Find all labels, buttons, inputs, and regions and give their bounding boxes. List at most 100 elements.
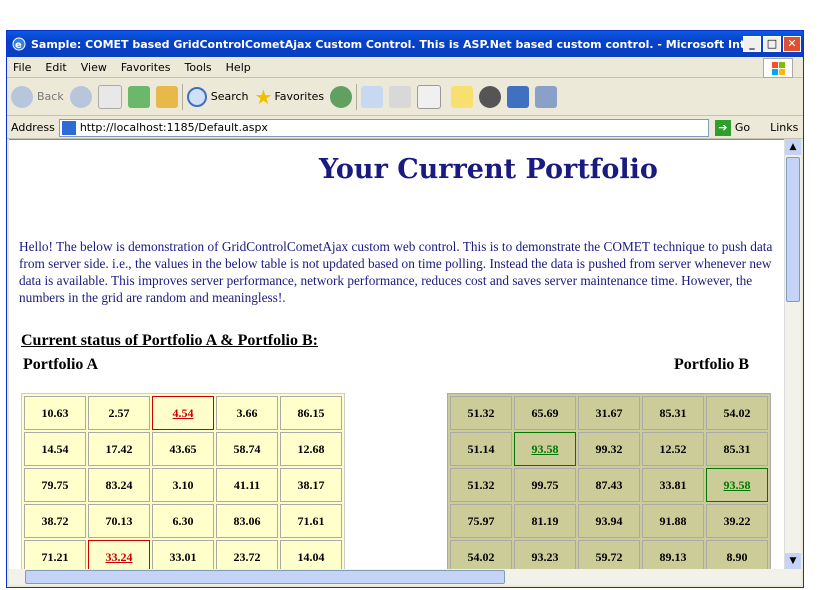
table-row: 38.72 70.13 6.30 83.06 71.61 xyxy=(24,504,342,538)
grid-cell: 93.23 xyxy=(514,540,576,570)
table-row: 71.21 33.24 33.01 23.72 14.04 xyxy=(24,540,342,570)
maximize-button[interactable]: □ xyxy=(763,36,781,52)
grid-cell: 93.94 xyxy=(578,504,640,538)
horizontal-scrollbar[interactable] xyxy=(9,569,801,585)
windows-logo-icon xyxy=(763,58,793,78)
favorites-label: Favorites xyxy=(274,90,325,103)
grid-cell-highlighted[interactable]: 93.58 xyxy=(514,432,576,466)
scroll-down-icon[interactable]: ▼ xyxy=(785,553,801,569)
print-icon[interactable] xyxy=(389,85,412,108)
back-button[interactable]: Back xyxy=(11,85,64,108)
star-icon: ★ xyxy=(254,84,273,109)
go-arrow-icon: ➔ xyxy=(714,119,731,136)
grid-cell: 54.02 xyxy=(450,540,512,570)
table-row: 51.32 65.69 31.67 85.31 54.02 xyxy=(450,396,768,430)
grid-cell: 12.52 xyxy=(642,432,704,466)
menu-edit[interactable]: Edit xyxy=(45,61,66,74)
grid-cell: 54.02 xyxy=(706,396,768,430)
scroll-thumb[interactable] xyxy=(786,157,800,302)
grid-cell: 85.31 xyxy=(706,432,768,466)
close-x-icon[interactable] xyxy=(479,85,502,108)
menu-bar: File Edit View Favorites Tools Help xyxy=(7,57,803,78)
address-bar: Address http://localhost:1185/Default.as… xyxy=(7,117,803,139)
table-row: 54.02 93.23 59.72 89.13 8.90 xyxy=(450,540,768,570)
messenger-icon[interactable] xyxy=(507,85,530,108)
grid-cell: 10.63 xyxy=(24,396,86,430)
address-input[interactable]: http://localhost:1185/Default.aspx xyxy=(58,118,709,137)
mail-icon[interactable] xyxy=(361,85,384,108)
minimize-button[interactable]: _ xyxy=(743,36,761,52)
go-button[interactable]: ➔ Go xyxy=(714,119,751,136)
page-title: Your Current Portfolio xyxy=(319,154,658,185)
browser-window: e Sample: COMET based GridControlCometAj… xyxy=(6,30,804,588)
scroll-up-icon[interactable]: ▲ xyxy=(785,139,801,155)
grid-cell-highlighted[interactable]: 4.54 xyxy=(152,396,214,430)
grid-cell: 65.69 xyxy=(514,396,576,430)
menu-tools[interactable]: Tools xyxy=(185,61,212,74)
hscroll-thumb[interactable] xyxy=(25,570,505,584)
edit-icon[interactable] xyxy=(417,84,442,109)
table-row: 75.97 81.19 93.94 91.88 39.22 xyxy=(450,504,768,538)
title-bar: e Sample: COMET based GridControlCometAj… xyxy=(7,31,803,57)
grid-cell: 39.22 xyxy=(706,504,768,538)
search-button[interactable]: Search xyxy=(186,86,249,107)
grid-cell: 81.19 xyxy=(514,504,576,538)
table-row: 51.14 93.58 99.32 12.52 85.31 xyxy=(450,432,768,466)
table-row: 51.32 99.75 87.43 33.81 93.58 xyxy=(450,468,768,502)
grid-cell: 83.24 xyxy=(88,468,150,502)
grid-cell: 33.81 xyxy=(642,468,704,502)
home-icon[interactable] xyxy=(155,85,178,108)
grid-cell: 99.32 xyxy=(578,432,640,466)
table-row: 14.54 17.42 43.65 58.74 12.68 xyxy=(24,432,342,466)
back-arrow-icon xyxy=(11,85,33,108)
menu-favorites[interactable]: Favorites xyxy=(121,61,171,74)
grid-cell: 38.17 xyxy=(280,468,342,502)
window-title: Sample: COMET based GridControlCometAjax… xyxy=(31,37,743,51)
menu-file[interactable]: File xyxy=(13,61,31,74)
ie-icon: e xyxy=(11,36,27,52)
grid-cell: 71.61 xyxy=(280,504,342,538)
intro-text: Hello! The below is demonstration of Gri… xyxy=(19,239,773,305)
toolbar: Back Search ★ Favorites xyxy=(7,78,803,116)
search-label: Search xyxy=(210,90,249,103)
go-label: Go xyxy=(734,121,751,134)
grid-cell: 59.72 xyxy=(578,540,640,570)
grid-cell: 33.01 xyxy=(152,540,214,570)
menu-view[interactable]: View xyxy=(81,61,107,74)
grid-cell: 23.72 xyxy=(216,540,278,570)
research-icon[interactable] xyxy=(535,85,558,108)
menu-help[interactable]: Help xyxy=(226,61,251,74)
vertical-scrollbar[interactable]: ▲ ▼ xyxy=(784,139,801,569)
forward-button[interactable] xyxy=(69,85,92,108)
favorites-button[interactable]: ★ Favorites xyxy=(255,85,325,109)
refresh-icon[interactable] xyxy=(127,85,150,108)
grid-cell: 99.75 xyxy=(514,468,576,502)
grid-cell: 91.88 xyxy=(642,504,704,538)
grid-cell: 2.57 xyxy=(88,396,150,430)
discuss-icon[interactable] xyxy=(451,85,474,108)
grid-cell: 12.68 xyxy=(280,432,342,466)
grid-cell: 89.13 xyxy=(642,540,704,570)
portfolio-b-label: Portfolio B xyxy=(674,356,750,373)
toolbar-separator xyxy=(181,83,183,110)
grid-cell: 85.31 xyxy=(642,396,704,430)
grid-cell: 38.72 xyxy=(24,504,86,538)
grid-cell: 14.54 xyxy=(24,432,86,466)
grid-cell: 41.11 xyxy=(216,468,278,502)
grid-cell: 17.42 xyxy=(88,432,150,466)
page-viewport: Your Current Portfolio Hello! The below … xyxy=(9,139,785,570)
media-icon[interactable] xyxy=(330,85,353,108)
links-button[interactable]: Links xyxy=(770,121,798,134)
grid-cell: 3.10 xyxy=(152,468,214,502)
toolbar-separator xyxy=(356,83,358,110)
grid-cell: 3.66 xyxy=(216,396,278,430)
close-button[interactable]: ✕ xyxy=(783,36,801,52)
grid-cell-highlighted[interactable]: 33.24 xyxy=(88,540,150,570)
back-label: Back xyxy=(37,90,64,103)
address-label: Address xyxy=(11,121,55,134)
stop-icon[interactable] xyxy=(97,84,122,109)
portfolio-a-grid: 10.63 2.57 4.54 3.66 86.15 14.54 17.42 4… xyxy=(21,393,345,570)
grid-cell-highlighted[interactable]: 93.58 xyxy=(706,468,768,502)
table-row: 10.63 2.57 4.54 3.66 86.15 xyxy=(24,396,342,430)
grid-cell: 75.97 xyxy=(450,504,512,538)
